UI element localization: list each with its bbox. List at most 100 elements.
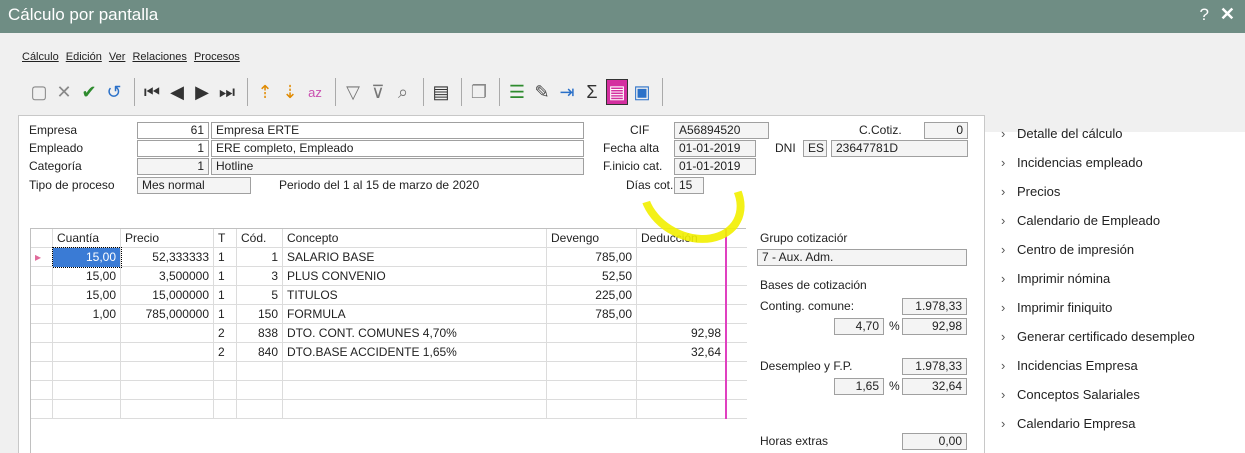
col-cuantia[interactable]: Cuantía: [53, 229, 121, 248]
table-cell[interactable]: [237, 381, 283, 400]
table-cell[interactable]: 840: [237, 343, 283, 362]
table-cell[interactable]: 3,500000: [121, 267, 214, 286]
table-cell[interactable]: [637, 248, 727, 267]
row-indicator[interactable]: [31, 267, 53, 286]
new-icon[interactable]: ▢: [28, 79, 50, 105]
sidebar-item[interactable]: › Imprimir finiquito: [985, 298, 1112, 323]
table-cell[interactable]: [283, 400, 547, 419]
table-row[interactable]: 15,00 15,000000 1 5 TITULOS 225,00: [31, 286, 747, 305]
table-cell[interactable]: 15,000000: [121, 286, 214, 305]
table-cell[interactable]: 3: [237, 267, 283, 286]
categoria-code-field[interactable]: 1: [137, 158, 209, 175]
table-cell[interactable]: [637, 381, 727, 400]
sidebar-item[interactable]: › Detalle del cálculo: [985, 124, 1123, 149]
grid-icon[interactable]: ▤: [430, 79, 452, 105]
table-cell[interactable]: [237, 400, 283, 419]
grupo-cotizacion-field[interactable]: 7 - Aux. Adm.: [757, 249, 967, 266]
categoria-name-field[interactable]: Hotline: [211, 158, 584, 175]
menu-procesos[interactable]: Procesos: [194, 51, 240, 63]
cif-field[interactable]: A56894520: [674, 122, 769, 139]
table-cell[interactable]: [121, 381, 214, 400]
col-devengo[interactable]: Devengo: [547, 229, 637, 248]
table-cell[interactable]: [547, 362, 637, 381]
table-row[interactable]: [31, 362, 747, 381]
table-cell[interactable]: 15,00: [52, 247, 122, 268]
table-row[interactable]: 2 840 DTO.BASE ACCIDENTE 1,65% 32,64: [31, 343, 747, 362]
sort-az-icon[interactable]: az: [304, 79, 326, 105]
table-cell[interactable]: [547, 400, 637, 419]
row-indicator[interactable]: [31, 400, 53, 419]
menu-calculo[interactable]: Cálculo: [22, 51, 59, 63]
table-cell[interactable]: [547, 324, 637, 343]
table-cell[interactable]: [637, 267, 727, 286]
table-cell[interactable]: 2: [214, 324, 237, 343]
table-cell[interactable]: 1: [237, 248, 283, 267]
tipo-proceso-field[interactable]: Mes normal: [137, 177, 251, 194]
check-icon[interactable]: ✔: [78, 79, 100, 105]
menu-relaciones[interactable]: Relaciones: [132, 51, 186, 63]
col-precio[interactable]: Precio: [121, 229, 214, 248]
table-cell[interactable]: [237, 362, 283, 381]
table-cell[interactable]: [547, 343, 637, 362]
table-cell[interactable]: [53, 362, 121, 381]
preview-icon[interactable]: ▣: [631, 79, 653, 105]
table-cell[interactable]: [214, 381, 237, 400]
clear-filter-icon[interactable]: ⊽: [367, 79, 389, 105]
sidebar-item[interactable]: › Calendario de Empleado: [985, 211, 1160, 236]
sidebar-item[interactable]: › Calendario Empresa: [985, 414, 1136, 439]
table-row[interactable]: 15,00 3,500000 1 3 PLUS CONVENIO 52,50: [31, 267, 747, 286]
table-cell[interactable]: 1: [214, 286, 237, 305]
last-icon[interactable]: ⏭: [216, 79, 238, 105]
table-row[interactable]: 1,00 785,000000 1 150 FORMULA 785,00: [31, 305, 747, 324]
table-cell[interactable]: 52,50: [547, 267, 637, 286]
filter-icon[interactable]: ▽: [342, 79, 364, 105]
horas-extras-field[interactable]: 0,00: [902, 433, 967, 450]
ccotiz-field[interactable]: 0: [924, 122, 968, 139]
conting-comunes-amount[interactable]: 92,98: [902, 318, 967, 335]
sum-icon[interactable]: Σ: [581, 79, 603, 105]
sidebar-item[interactable]: › Generar certificado desempleo: [985, 327, 1195, 352]
prev-icon[interactable]: ◀: [166, 79, 188, 105]
row-indicator[interactable]: [31, 381, 53, 400]
table-cell[interactable]: 785,00: [547, 305, 637, 324]
undo-icon[interactable]: ↺: [103, 79, 125, 105]
table-row[interactable]: [31, 381, 747, 400]
col-cod[interactable]: Cód.: [237, 229, 283, 248]
table-cell[interactable]: TITULOS: [283, 286, 547, 305]
sidebar-item[interactable]: › Imprimir nómina: [985, 269, 1110, 294]
next-icon[interactable]: ▶: [191, 79, 213, 105]
table-cell[interactable]: 2: [214, 343, 237, 362]
menu-edicion[interactable]: Edición: [66, 51, 102, 63]
table-cell[interactable]: [637, 362, 727, 381]
sort-up-icon[interactable]: ⇡: [254, 79, 276, 105]
table-cell[interactable]: [283, 381, 547, 400]
table-cell[interactable]: SALARIO BASE: [283, 248, 547, 267]
table-cell[interactable]: 150: [237, 305, 283, 324]
empresa-name-field[interactable]: Empresa ERTE: [211, 122, 584, 139]
table-cell[interactable]: [214, 400, 237, 419]
empleado-name-field[interactable]: ERE completo, Empleado: [211, 140, 584, 157]
table-cell[interactable]: [121, 324, 214, 343]
dni-country-field[interactable]: ES: [803, 140, 827, 157]
table-cell[interactable]: 785,000000: [121, 305, 214, 324]
close-button[interactable]: ✕: [1220, 4, 1235, 25]
empresa-code-field[interactable]: 61: [137, 122, 209, 139]
row-indicator[interactable]: [31, 362, 53, 381]
dni-field[interactable]: 23647781D: [831, 140, 968, 157]
col-t[interactable]: T: [214, 229, 237, 248]
table-cell[interactable]: [53, 400, 121, 419]
table-cell[interactable]: DTO.BASE ACCIDENTE 1,65%: [283, 343, 547, 362]
sort-down-icon[interactable]: ⇣: [279, 79, 301, 105]
table-row[interactable]: [31, 400, 747, 419]
table-cell[interactable]: [637, 305, 727, 324]
table-cell[interactable]: 1,00: [53, 305, 121, 324]
copy-icon[interactable]: ❐: [468, 79, 490, 105]
col-concepto[interactable]: Concepto: [283, 229, 547, 248]
view-icon[interactable]: ▤: [606, 79, 628, 105]
list-icon[interactable]: ☰: [506, 79, 528, 105]
table-cell[interactable]: 32,64: [637, 343, 727, 362]
table-cell[interactable]: 1: [214, 305, 237, 324]
table-cell[interactable]: 15,00: [53, 267, 121, 286]
table-cell[interactable]: 15,00: [53, 286, 121, 305]
table-cell[interactable]: DTO. CONT. COMUNES 4,70%: [283, 324, 547, 343]
